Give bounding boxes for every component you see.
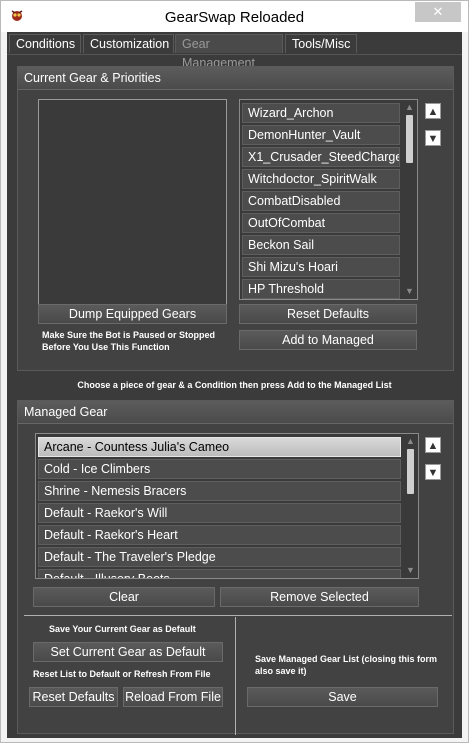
list-item[interactable]: Beckon Sail — [242, 235, 400, 255]
reload-from-file-button[interactable]: Reload From File — [123, 687, 223, 707]
list-item[interactable]: HP Threshold — [242, 279, 400, 299]
equipped-gear-box[interactable] — [38, 99, 227, 310]
save-list-note: Save Managed Gear List (closing this for… — [255, 654, 438, 676]
move-down-button[interactable]: ▼ — [425, 130, 441, 146]
scroll-down-icon[interactable]: ▼ — [403, 563, 418, 578]
list-item[interactable]: Shi Mizu's Hoari — [242, 257, 400, 277]
managed-gear-panel: Managed Gear Arcane - Countess Julia's C… — [17, 400, 454, 735]
list-item[interactable]: Shrine - Nemesis Bracers — [38, 481, 401, 501]
condition-list[interactable]: Wizard_Archon DemonHunter_Vault X1_Crusa… — [239, 99, 418, 300]
section-divider — [24, 615, 452, 616]
tab-strip: Conditions Customization Gear Management… — [7, 32, 462, 70]
scroll-up-icon[interactable]: ▲ — [402, 100, 417, 115]
move-up-button[interactable]: ▲ — [425, 103, 441, 119]
remove-selected-button[interactable]: Remove Selected — [220, 587, 419, 607]
title-bar: GearSwap Reloaded ✕ — [1, 1, 468, 32]
managed-gear-header: Managed Gear — [18, 401, 453, 424]
list-item[interactable]: X1_Crusader_SteedCharge — [242, 147, 400, 167]
move-up-button[interactable]: ▲ — [425, 437, 441, 453]
list-item[interactable]: Witchdoctor_SpiritWalk — [242, 169, 400, 189]
scrollbar-thumb[interactable] — [407, 449, 414, 494]
app-window: GearSwap Reloaded ✕ Conditions Customiza… — [0, 0, 469, 743]
list-item[interactable]: CombatDisabled — [242, 191, 400, 211]
list-item[interactable]: Cold - Ice Climbers — [38, 459, 401, 479]
reset-defaults-button[interactable]: Reset Defaults — [239, 304, 417, 324]
client-area: Conditions Customization Gear Management… — [7, 32, 462, 738]
set-current-gear-default-button[interactable]: Set Current Gear as Default — [33, 642, 223, 662]
reset-list-note: Reset List to Default or Refresh From Fi… — [33, 669, 211, 679]
tab-customization[interactable]: Customization — [83, 34, 174, 53]
current-gear-panel: Current Gear & Priorities Wizard_Archon … — [17, 66, 454, 371]
list-item[interactable]: Default - Raekor's Heart — [38, 525, 401, 545]
list-item[interactable]: Arcane - Countess Julia's Cameo — [38, 437, 401, 457]
pause-warning-note: Make Sure the Bot is Paused or Stopped B… — [42, 330, 216, 352]
tab-gear-management[interactable]: Gear Management — [175, 34, 283, 70]
list-item[interactable]: Default - Raekor's Will — [38, 503, 401, 523]
vertical-divider — [235, 617, 236, 735]
reset-defaults-list-button[interactable]: Reset Defaults — [29, 687, 118, 707]
add-to-managed-button[interactable]: Add to Managed — [239, 330, 417, 350]
window-title: GearSwap Reloaded — [164, 9, 305, 26]
scroll-up-icon[interactable]: ▲ — [403, 434, 418, 449]
save-button[interactable]: Save — [247, 687, 438, 707]
scrollbar-thumb[interactable] — [406, 115, 413, 163]
clear-button[interactable]: Clear — [33, 587, 215, 607]
scroll-down-icon[interactable]: ▼ — [402, 284, 417, 299]
managed-list-scrollbar[interactable]: ▲ ▼ — [403, 434, 418, 578]
tab-conditions[interactable]: Conditions — [9, 34, 81, 53]
dump-equipped-gears-button[interactable]: Dump Equipped Gears — [38, 304, 227, 324]
move-down-button[interactable]: ▼ — [425, 464, 441, 480]
condition-list-scrollbar[interactable]: ▲ ▼ — [402, 100, 417, 299]
list-item[interactable]: Default - Illusory Boots — [38, 569, 401, 578]
save-default-note: Save Your Current Gear as Default — [49, 624, 196, 634]
current-gear-header: Current Gear & Priorities — [18, 67, 453, 90]
list-item[interactable]: Wizard_Archon — [242, 103, 400, 123]
managed-gear-list[interactable]: Arcane - Countess Julia's Cameo Cold - I… — [35, 433, 419, 579]
list-item[interactable]: OutOfCombat — [242, 213, 400, 233]
close-button[interactable]: ✕ — [415, 2, 461, 22]
tab-tools-misc[interactable]: Tools/Misc — [285, 34, 357, 53]
list-item[interactable]: DemonHunter_Vault — [242, 125, 400, 145]
instruction-text: Choose a piece of gear & a Condition the… — [77, 380, 392, 390]
list-item[interactable]: Default - The Traveler's Pledge — [38, 547, 401, 567]
